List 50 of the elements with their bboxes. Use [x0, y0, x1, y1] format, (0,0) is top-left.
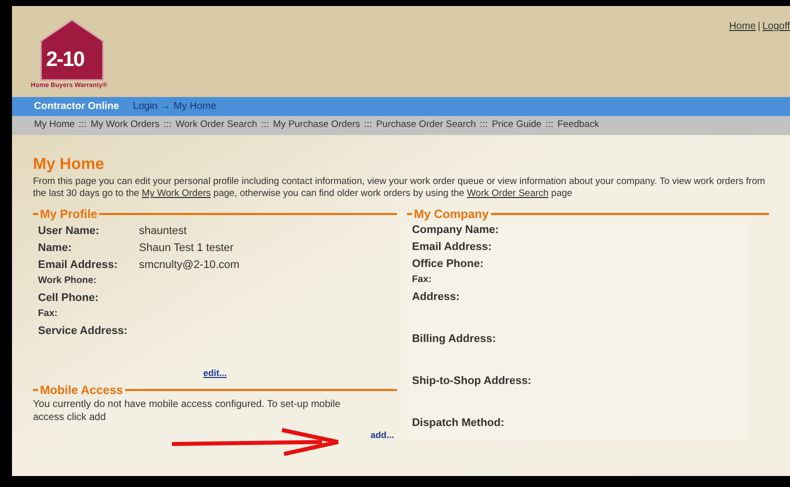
mobile-access-text: You currently do not have mobile access configured. To set-up mobile access click add: [33, 398, 342, 424]
field-label: Office Phone:: [412, 257, 484, 272]
field-label: Billing Address:: [412, 332, 496, 347]
nav-link[interactable]: My Home: [34, 118, 75, 133]
logo-mark: 2-10: [46, 49, 84, 70]
breadcrumb-separator: →: [159, 100, 172, 114]
work-orders-link[interactable]: My Work Orders: [142, 188, 211, 199]
field-label: Email Address:: [412, 240, 492, 255]
field-label: Dispatch Method:: [412, 416, 504, 431]
nav-separator: :::: [478, 118, 489, 132]
link-separator: |: [756, 20, 762, 34]
site-title: Contractor Online: [34, 100, 120, 114]
field-label: Ship-to-Shop Address:: [412, 374, 532, 389]
house-icon: [40, 19, 104, 81]
field-label: User Name:: [38, 224, 100, 239]
field-value: shauntest: [139, 224, 187, 239]
section-title: My Company: [412, 208, 490, 220]
page-title: My Home: [33, 157, 106, 173]
field-label: Name:: [38, 241, 73, 256]
nav-separator: :::: [78, 118, 88, 132]
add-link[interactable]: add...: [370, 429, 394, 442]
intro-paragraph: From this page you can edit your personal profile including contact information, view your work order queue or view information about your company. To view work orders from the last 30 days go to the My Work Orders page, otherwise you can find older work orders by using the Work Order Search page: [33, 176, 766, 200]
field-label: Fax:: [38, 307, 59, 321]
nav-separator: :::: [363, 118, 374, 132]
section-title: My Profile: [39, 208, 98, 220]
nav-link[interactable]: Work Order Search: [175, 118, 258, 133]
field-label: Work Phone:: [38, 274, 98, 288]
field-label: Service Address:: [38, 324, 128, 339]
nav-separator: :::: [544, 118, 554, 132]
breadcrumb-item[interactable]: Login: [133, 99, 158, 114]
breadcrumb-item[interactable]: My Home: [173, 99, 216, 114]
nav-separator: :::: [162, 118, 172, 132]
field-value: smcnulty@2-10.com: [139, 258, 240, 273]
nav-link[interactable]: Purchase Order Search: [376, 118, 476, 133]
nav-link[interactable]: My Purchase Orders: [273, 118, 360, 133]
edit-link[interactable]: edit...: [203, 369, 227, 381]
field-label: Fax:: [412, 273, 432, 287]
nav-link[interactable]: Price Guide: [492, 118, 542, 133]
top-link[interactable]: Logoff: [762, 19, 790, 34]
nav-separator: :::: [260, 118, 270, 132]
field-label: Email Address:: [38, 258, 119, 273]
field-value: Shaun Test 1 tester: [139, 241, 234, 256]
nav-link[interactable]: My Work Orders: [90, 118, 160, 133]
nav-link[interactable]: Feedback: [557, 118, 600, 133]
field-label: Address:: [412, 290, 460, 305]
field-label: Cell Phone:: [38, 291, 100, 306]
work-order-search-link[interactable]: Work Order Search: [466, 188, 549, 199]
field-label: Company Name:: [412, 223, 499, 238]
section-title: Mobile Access: [39, 384, 124, 396]
top-link[interactable]: Home: [729, 19, 756, 34]
